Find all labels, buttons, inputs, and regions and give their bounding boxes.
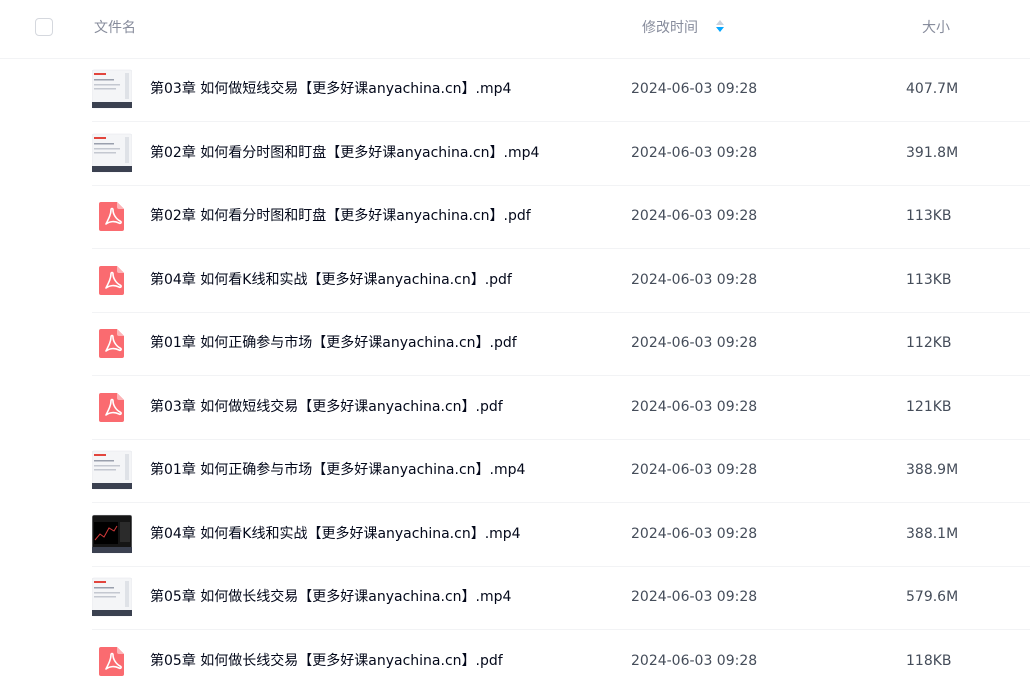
file-size: 112KB [906, 335, 952, 351]
video-thumbnail-icon[interactable] [91, 69, 133, 109]
pdf-file-icon[interactable] [92, 641, 132, 681]
file-row[interactable]: 第02章 如何看分时图和盯盘【更多好课anyachina.cn】.pdf 2024… [92, 185, 1030, 249]
file-modified-time: 2024-06-03 09:28 [631, 81, 758, 97]
pdf-file-icon[interactable] [92, 323, 132, 363]
file-modified-time: 2024-06-03 09:28 [631, 462, 758, 478]
select-all-checkbox[interactable] [35, 18, 53, 36]
video-thumbnail-icon[interactable] [91, 133, 133, 173]
file-size: 388.9M [906, 462, 959, 478]
file-name[interactable]: 第05章 如何做长线交易【更多好课anyachina.cn】.pdf [150, 651, 503, 671]
list-header: 文件名 修改时间 大小 [0, 0, 1030, 59]
file-size: 388.1M [906, 525, 959, 542]
file-name[interactable]: 第03章 如何做短线交易【更多好课anyachina.cn】.pdf [150, 397, 503, 417]
file-modified-time: 2024-06-03 09:28 [631, 144, 758, 161]
file-row[interactable]: 第05章 如何做长线交易【更多好课anyachina.cn】.mp4 2024-0… [91, 566, 1030, 630]
file-name[interactable]: 第04章 如何看K线和实战【更多好课anyachina.cn】.mp4 [150, 524, 521, 544]
file-name[interactable]: 第04章 如何看K线和实战【更多好课anyachina.cn】.pdf [150, 270, 512, 290]
sort-icon[interactable] [715, 18, 725, 34]
column-header-name[interactable]: 文件名 [94, 18, 136, 38]
file-modified-time: 2024-06-03 09:28 [631, 652, 758, 669]
file-name[interactable]: 第02章 如何看分时图和盯盘【更多好课anyachina.cn】.mp4 [150, 143, 539, 163]
file-size: 407.7M [906, 81, 959, 97]
file-modified-time: 2024-06-03 09:28 [631, 525, 758, 542]
file-row[interactable]: 第01章 如何正确参与市场【更多好课anyachina.cn】.mp4 2024-… [91, 439, 1030, 503]
video-thumbnail-icon[interactable] [91, 450, 133, 490]
file-size: 579.6M [906, 589, 959, 605]
file-list: 文件名 修改时间 大小 第03章 如何做短线交易【更多好课anyachina.c… [0, 0, 1030, 686]
file-size: 113KB [906, 271, 952, 288]
file-modified-time: 2024-06-03 09:28 [631, 335, 758, 351]
pdf-file-icon[interactable] [92, 387, 132, 427]
video-thumbnail-icon[interactable] [91, 577, 133, 617]
file-modified-time: 2024-06-03 09:28 [631, 398, 758, 415]
file-row[interactable]: 第04章 如何看K线和实战【更多好课anyachina.cn】.mp4 2024-… [91, 503, 1030, 567]
file-name[interactable]: 第03章 如何做短线交易【更多好课anyachina.cn】.mp4 [150, 79, 511, 99]
pdf-file-icon[interactable] [92, 196, 132, 236]
file-name[interactable]: 第05章 如何做长线交易【更多好课anyachina.cn】.mp4 [150, 587, 511, 607]
file-modified-time: 2024-06-03 09:28 [631, 271, 758, 288]
file-modified-time: 2024-06-03 09:28 [631, 208, 758, 224]
file-row[interactable]: 第04章 如何看K线和实战【更多好课anyachina.cn】.pdf 2024-… [92, 249, 1030, 313]
file-row[interactable]: 第02章 如何看分时图和盯盘【更多好课anyachina.cn】.mp4 2024… [91, 122, 1030, 186]
column-header-size[interactable]: 大小 [922, 18, 950, 38]
file-size: 391.8M [906, 144, 959, 161]
file-row[interactable]: 第01章 如何正确参与市场【更多好课anyachina.cn】.pdf 2024-… [92, 312, 1030, 376]
pdf-file-icon[interactable] [92, 260, 132, 300]
file-size: 113KB [906, 208, 952, 224]
file-name[interactable]: 第02章 如何看分时图和盯盘【更多好课anyachina.cn】.pdf [150, 206, 531, 226]
file-size: 118KB [906, 652, 952, 669]
file-name[interactable]: 第01章 如何正确参与市场【更多好课anyachina.cn】.mp4 [150, 460, 525, 480]
file-row[interactable]: 第05章 如何做长线交易【更多好课anyachina.cn】.pdf 2024-0… [92, 630, 1030, 686]
file-size: 121KB [906, 398, 952, 415]
file-modified-time: 2024-06-03 09:28 [631, 589, 758, 605]
file-row[interactable]: 第03章 如何做短线交易【更多好课anyachina.cn】.mp4 2024-0… [91, 58, 1030, 122]
column-header-time[interactable]: 修改时间 [642, 18, 698, 38]
file-row[interactable]: 第03章 如何做短线交易【更多好课anyachina.cn】.pdf 2024-0… [92, 376, 1030, 440]
file-name[interactable]: 第01章 如何正确参与市场【更多好课anyachina.cn】.pdf [150, 333, 517, 353]
video-thumbnail-icon[interactable] [91, 514, 133, 554]
